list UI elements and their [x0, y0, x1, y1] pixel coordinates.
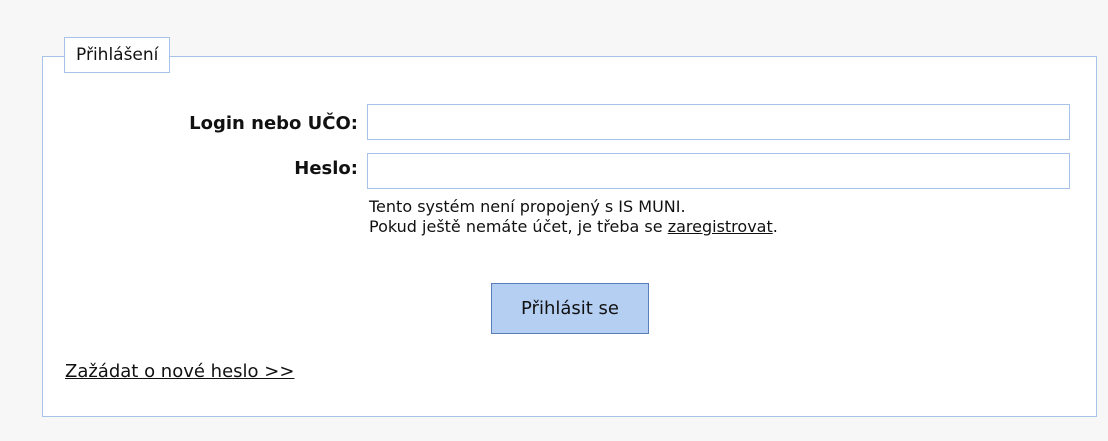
password-label: Heslo:: [294, 158, 358, 179]
login-label: Login nebo UČO:: [189, 113, 358, 134]
login-input[interactable]: [367, 104, 1070, 140]
reset-password-link[interactable]: Zažádat o nové heslo >>: [65, 361, 294, 382]
password-input[interactable]: [367, 153, 1070, 189]
info-line-2: Pokud ještě nemáte účet, je třeba se zar…: [369, 217, 778, 237]
fieldset-legend: Přihlášení: [64, 37, 171, 73]
info-line-1: Tento systém není propojený s IS MUNI.: [369, 197, 686, 216]
login-button[interactable]: Přihlásit se: [491, 283, 649, 334]
register-link[interactable]: zaregistrovat: [668, 217, 773, 236]
info-text: Tento systém není propojený s IS MUNI. P…: [369, 197, 778, 237]
info-line-2-prefix: Pokud ještě nemáte účet, je třeba se: [369, 217, 668, 236]
info-line-2-suffix: .: [772, 217, 778, 236]
